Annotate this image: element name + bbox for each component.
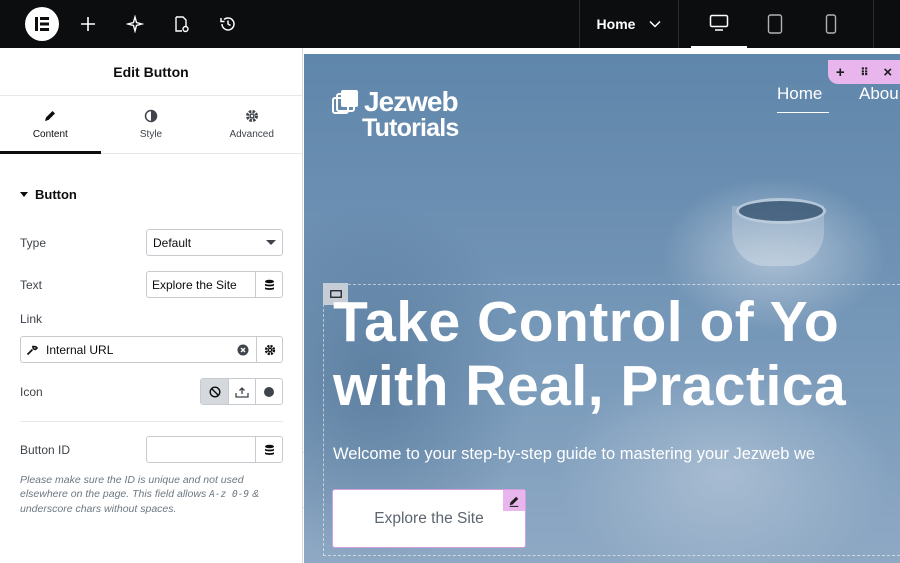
pencil-icon — [45, 111, 56, 121]
page-select-label: Home — [596, 16, 636, 32]
elementor-logo-icon[interactable] — [25, 7, 59, 41]
text-label: Text — [20, 277, 43, 292]
explore-site-button[interactable]: Explore the Site — [332, 489, 526, 548]
button-id-help-text: Please make sure the ID is unique and no… — [20, 473, 283, 516]
database-icon — [264, 444, 274, 455]
circle-icon — [264, 386, 274, 397]
icon-control: Icon — [20, 378, 283, 405]
tab-style-label: Style — [139, 129, 163, 140]
top-bar: Home — [0, 0, 900, 48]
close-section-icon[interactable]: × — [883, 64, 892, 81]
caret-down-icon — [20, 191, 28, 197]
tablet-view-button[interactable] — [747, 0, 803, 48]
type-select-value: Default — [153, 235, 192, 250]
nav-link-about[interactable]: Abou — [859, 84, 899, 104]
elementor-editor: Home Edit Button Content Style Advanced … — [0, 0, 900, 563]
text-control: Text Explore the Site — [20, 271, 283, 298]
upload-icon — [235, 386, 249, 398]
editor-panel: Edit Button Content Style Advanced Butto… — [0, 48, 303, 563]
tab-advanced-label: Advanced — [229, 129, 274, 140]
type-select[interactable]: Default — [146, 229, 283, 256]
tablet-icon — [767, 14, 783, 34]
pencil-icon — [509, 496, 519, 507]
allowed-chars: A-z 0-9 — [209, 489, 250, 500]
drag-handle-icon[interactable]: ⠿ — [860, 66, 869, 79]
hero-section[interactable]: Jezweb Tutorials Home Abou + ⠿ × Take Co… — [304, 54, 900, 563]
tab-content[interactable]: Content — [0, 96, 101, 154]
dynamic-tags-button[interactable] — [255, 437, 282, 462]
page-settings-icon[interactable] — [169, 12, 193, 36]
mobile-icon — [825, 14, 837, 34]
section-button-header[interactable]: Button — [0, 154, 302, 234]
text-input-value[interactable]: Explore the Site — [147, 278, 255, 292]
button-id-label: Button ID — [20, 442, 71, 457]
upload-svg-option[interactable] — [228, 379, 255, 404]
link-value-text: Internal URL — [46, 342, 114, 357]
dropdown-arrow-icon — [266, 240, 276, 245]
add-section-icon[interactable]: + — [836, 64, 845, 81]
mobile-view-button[interactable] — [803, 0, 859, 48]
ai-sparkle-icon[interactable] — [123, 12, 147, 36]
tab-style[interactable]: Style — [101, 96, 202, 153]
desktop-icon — [709, 14, 729, 31]
link-control: Link — [20, 312, 283, 326]
history-icon[interactable] — [216, 12, 240, 36]
clear-link-button[interactable] — [230, 344, 256, 356]
link-input[interactable]: Internal URL — [20, 336, 283, 363]
panel-tabs: Content Style Advanced — [0, 96, 302, 154]
desktop-view-button[interactable] — [691, 0, 747, 48]
icon-label: Icon — [20, 384, 43, 399]
database-icon — [264, 279, 274, 290]
gear-icon — [245, 110, 258, 122]
nav-link-home[interactable]: Home — [777, 84, 829, 113]
page-select[interactable]: Home — [580, 0, 678, 48]
link-label: Link — [20, 312, 43, 326]
dynamic-tags-button[interactable] — [255, 272, 282, 297]
divider — [678, 0, 679, 48]
wrench-icon — [26, 345, 38, 355]
icon-library-option[interactable] — [255, 379, 282, 404]
logo-line-2: Tutorials — [362, 114, 459, 142]
tab-content-label: Content — [32, 129, 68, 140]
panel-title: Edit Button — [0, 48, 302, 96]
no-icon-option[interactable] — [201, 379, 228, 404]
ban-icon — [208, 385, 221, 398]
link-input-value[interactable]: Internal URL — [21, 343, 230, 357]
logo-stack-icon — [332, 89, 358, 114]
type-label: Type — [20, 235, 47, 250]
hero-subheading[interactable]: Welcome to your step-by-step guide to ma… — [333, 445, 815, 464]
button-id-control: Button ID — [20, 436, 283, 463]
chevron-down-icon — [649, 20, 661, 28]
text-input[interactable]: Explore the Site — [146, 271, 283, 298]
half-circle-icon — [144, 109, 158, 123]
type-control: Type Default — [20, 229, 283, 256]
section-title: Button — [35, 186, 77, 202]
logo-line-1: Jezweb — [364, 86, 459, 117]
divider — [20, 421, 283, 422]
heading-line-2: with Real, Practica — [333, 354, 847, 418]
icon-choice-group — [200, 378, 283, 405]
button-id-input[interactable] — [146, 436, 283, 463]
site-logo[interactable]: Jezweb Tutorials — [332, 88, 459, 142]
gear-icon — [264, 344, 275, 355]
divider — [873, 0, 874, 48]
coffee-cup-image — [732, 198, 826, 266]
add-icon[interactable] — [76, 12, 100, 36]
edit-widget-button[interactable] — [503, 490, 525, 511]
hero-heading[interactable]: Take Control of Yo with Real, Practica — [333, 290, 900, 418]
link-options-button[interactable] — [256, 337, 282, 362]
preview-canvas: Jezweb Tutorials Home Abou + ⠿ × Take Co… — [304, 48, 900, 563]
tab-advanced[interactable]: Advanced — [201, 96, 302, 153]
heading-line-1: Take Control of Yo — [333, 290, 840, 354]
section-handle[interactable]: + ⠿ × — [828, 60, 900, 84]
close-circle-icon — [237, 344, 249, 355]
